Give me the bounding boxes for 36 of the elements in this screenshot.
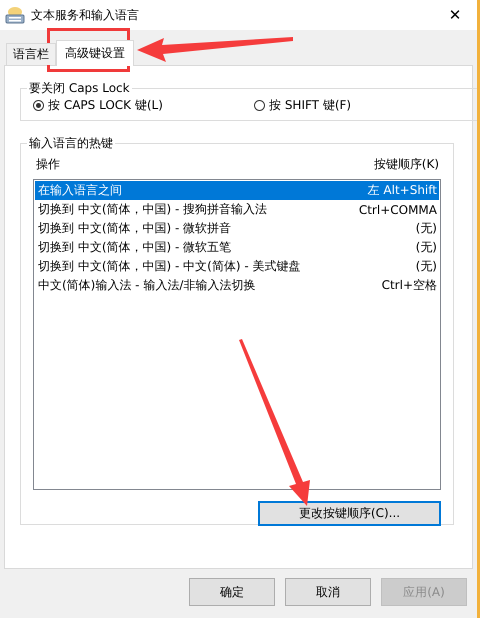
radio-button[interactable]	[254, 100, 265, 111]
close-button[interactable]: ✕	[433, 0, 477, 30]
key-sequence: Ctrl+空格	[382, 277, 437, 294]
column-header: 按键顺序(K)	[374, 156, 439, 173]
group-title: 要关闭 Caps Lock	[28, 80, 131, 97]
dialog-button[interactable]: 取消	[285, 578, 371, 606]
window-title: 文本服务和输入语言	[31, 6, 139, 24]
key-sequence: Ctrl+COMMA	[358, 202, 437, 216]
key-sequence: (无)	[416, 239, 437, 256]
list-row[interactable]: 在输入语言之间 左 Alt+Shift	[35, 181, 439, 200]
radio-label: 按 CAPS LOCK 键(L)	[48, 97, 163, 114]
list-row[interactable]: 切换到 中文(简体，中国) - 微软五笔 (无)	[35, 238, 439, 257]
action-text: 中文(简体)输入法 - 输入法/非输入法切换	[38, 277, 256, 294]
action-text: 切换到 中文(简体，中国) - 中文(简体) - 美式键盘	[38, 258, 300, 275]
dialog-button[interactable]: 确定	[189, 578, 275, 606]
list-row[interactable]: 切换到 中文(简体，中国) - 中文(简体) - 美式键盘 (无)	[35, 257, 439, 276]
radio-button[interactable]	[33, 100, 44, 111]
list-row[interactable]: 切换到 中文(简体，中国) - 微软拼音 (无)	[35, 219, 439, 238]
radio-option[interactable]: 按 SHIFT 键(F)	[254, 97, 475, 114]
keyboard-icon	[5, 6, 25, 24]
radio-label: 按 SHIFT 键(F)	[269, 97, 352, 114]
list-row[interactable]: 中文(简体)输入法 - 输入法/非输入法切换 Ctrl+空格	[35, 276, 439, 295]
tab[interactable]: 高级键设置	[56, 40, 134, 66]
list-row[interactable]: 切换到 中文(简体，中国) - 搜狗拼音输入法 Ctrl+COMMA	[35, 200, 439, 219]
group-title: 输入语言的热键	[28, 135, 114, 152]
key-sequence: (无)	[416, 258, 437, 275]
radio-option[interactable]: 按 CAPS LOCK 键(L)	[33, 97, 254, 114]
change-key-sequence-button[interactable]: 更改按键顺序(C)...	[258, 501, 441, 526]
action-text: 切换到 中文(简体，中国) - 微软五笔	[38, 239, 232, 256]
tab[interactable]: 语言栏	[6, 43, 56, 65]
column-header: 操作	[36, 156, 60, 173]
action-text: 在输入语言之间	[38, 182, 122, 199]
action-text: 切换到 中文(简体，中国) - 微软拼音	[38, 220, 232, 237]
key-sequence: 左 Alt+Shift	[368, 182, 437, 199]
key-sequence: (无)	[416, 220, 437, 237]
action-text: 切换到 中文(简体，中国) - 搜狗拼音输入法	[38, 201, 268, 218]
